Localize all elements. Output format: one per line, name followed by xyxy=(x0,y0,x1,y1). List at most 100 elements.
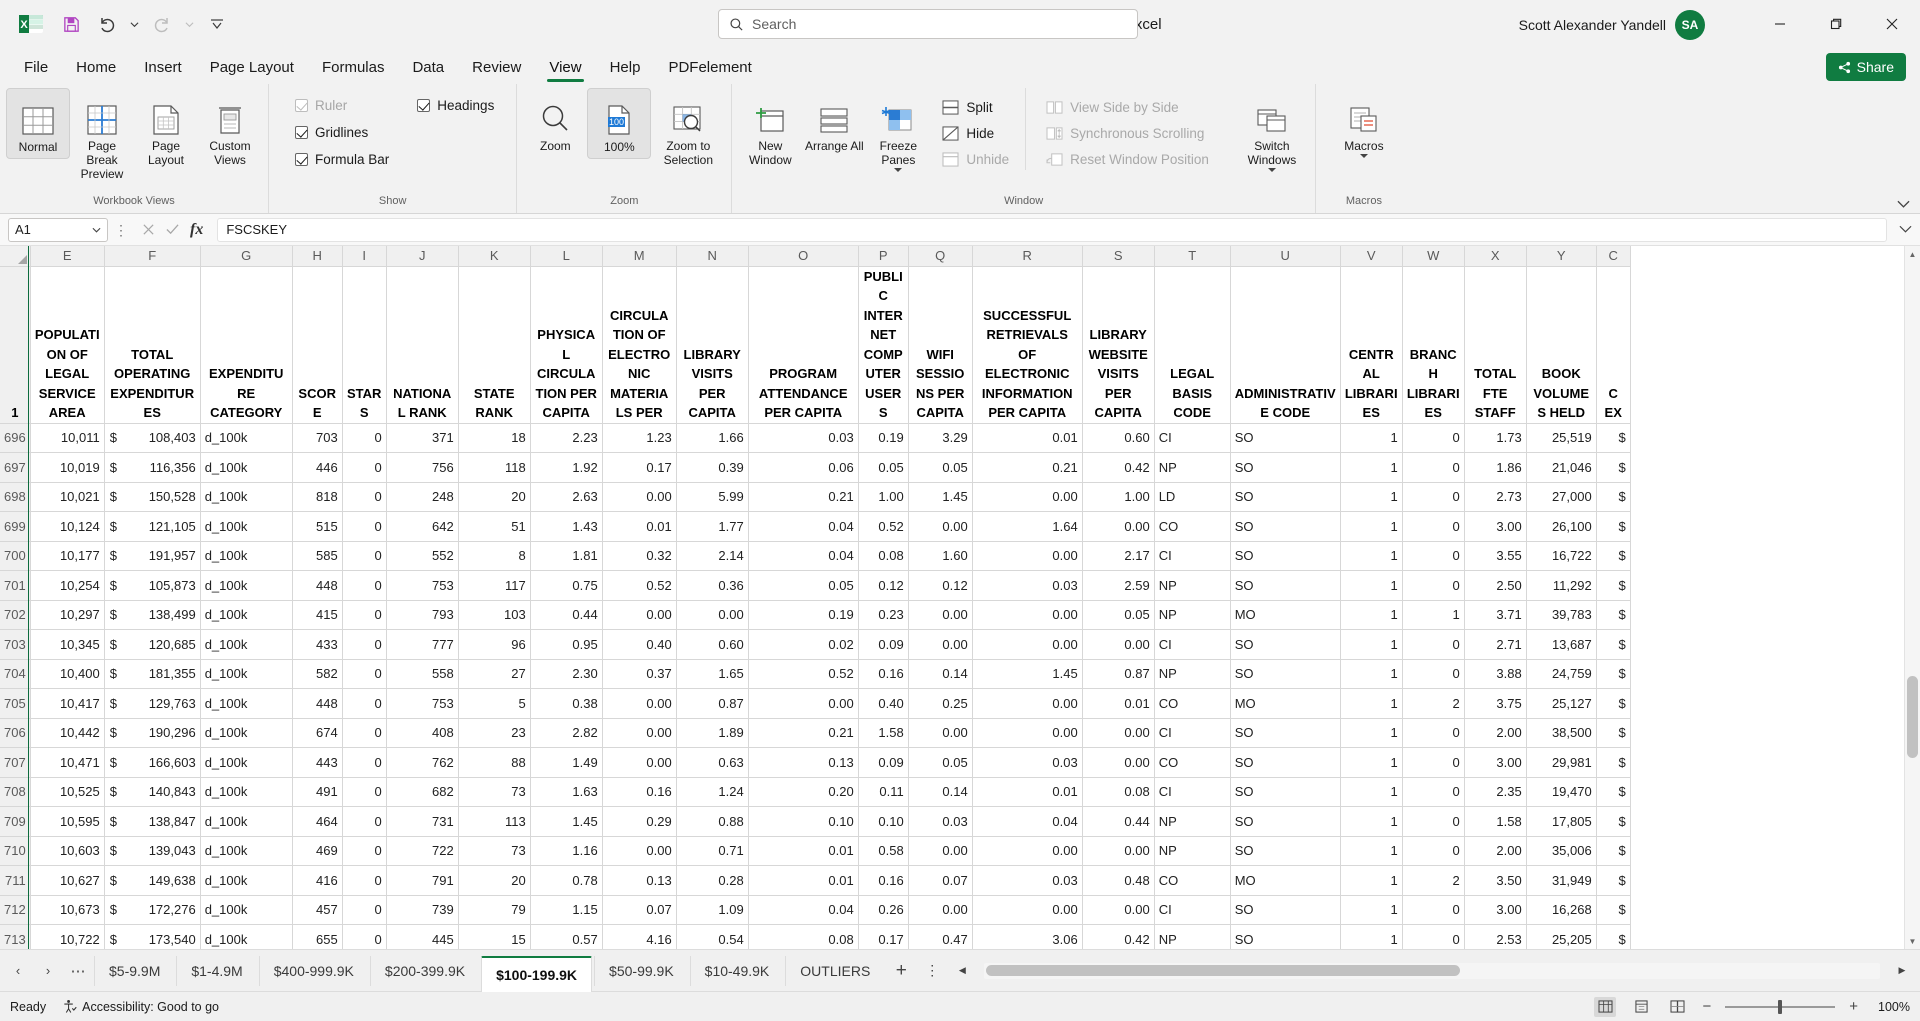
cell[interactable]: 1 xyxy=(1340,511,1403,542)
cell[interactable]: SO xyxy=(1230,718,1341,748)
cell[interactable]: 15 xyxy=(458,924,531,949)
cell[interactable]: 0.06 xyxy=(748,452,859,483)
cell[interactable]: 0.17 xyxy=(858,924,909,949)
table-row[interactable]: 713 10,722 $173,540 d_100k 655 0 445 15 0.57 4.16… xyxy=(0,924,1631,949)
cell[interactable]: 13,687 xyxy=(1526,629,1597,660)
cell[interactable]: 0 xyxy=(342,659,387,689)
cell[interactable]: 2.82 xyxy=(530,718,603,748)
cell[interactable]: 0 xyxy=(342,836,387,866)
zoom-slider-handle[interactable] xyxy=(1778,999,1783,1014)
cell[interactable]: 0.10 xyxy=(748,806,859,837)
cell[interactable]: 0.05 xyxy=(908,747,973,778)
previous-sheet-icon[interactable]: ‹ xyxy=(4,957,32,985)
header-cell[interactable]: TOTAL OPERATING EXPENDITURES xyxy=(104,266,201,424)
sheet-tab-1-4.9m[interactable]: $1-4.9M xyxy=(176,955,256,986)
header-cell[interactable]: TOTAL FTE STAFF xyxy=(1464,266,1527,424)
cell[interactable]: 0.60 xyxy=(676,629,749,660)
cell[interactable]: 0 xyxy=(1402,423,1465,453)
cell[interactable]: 0.37 xyxy=(602,659,677,689)
row-header[interactable]: 697 xyxy=(0,452,31,483)
cell[interactable]: 3.71 xyxy=(1464,600,1527,630)
cell[interactable]: 4.16 xyxy=(602,924,677,949)
cell[interactable]: 0 xyxy=(1402,924,1465,949)
cell[interactable]: 10,019 xyxy=(30,452,105,483)
column-header-x[interactable]: X xyxy=(1464,246,1527,267)
table-row[interactable]: 700 10,177 $191,957 d_100k 585 0 552 8 1.81 0.32 2… xyxy=(0,541,1631,571)
cancel-icon[interactable] xyxy=(142,223,155,236)
cell[interactable]: d_100k xyxy=(200,688,293,719)
cell[interactable]: MO xyxy=(1230,600,1341,630)
cell[interactable]: $108,403 xyxy=(104,423,201,453)
cell[interactable]: 0.01 xyxy=(748,836,859,866)
cell[interactable]: d_100k xyxy=(200,865,293,896)
sheet-tab-400-999.9k[interactable]: $400-999.9K xyxy=(258,955,368,986)
cell[interactable]: 0.12 xyxy=(858,570,909,601)
cell[interactable]: 2 xyxy=(1402,688,1465,719)
column-header-l[interactable]: L xyxy=(530,246,603,267)
cell[interactable]: 0.00 xyxy=(602,482,677,512)
cell[interactable]: 0.05 xyxy=(858,452,909,483)
chevron-down-icon[interactable] xyxy=(92,227,101,233)
cell[interactable]: 753 xyxy=(386,570,459,601)
cell[interactable]: 10,345 xyxy=(30,629,105,660)
normal-view-button[interactable]: Normal xyxy=(6,88,70,159)
cell[interactable]: d_100k xyxy=(200,600,293,630)
cell[interactable]: $ xyxy=(1596,895,1631,925)
cell[interactable]: 1.58 xyxy=(1464,806,1527,837)
cell[interactable]: 448 xyxy=(292,688,343,719)
cell[interactable]: 10,011 xyxy=(30,423,105,453)
cell[interactable]: 1.43 xyxy=(530,511,603,542)
column-header-s[interactable]: S xyxy=(1082,246,1155,267)
row-header[interactable]: 707 xyxy=(0,747,31,778)
cell[interactable]: $116,356 xyxy=(104,452,201,483)
cell[interactable]: 3.00 xyxy=(1464,511,1527,542)
cell[interactable]: 1.00 xyxy=(858,482,909,512)
cell[interactable]: 38,500 xyxy=(1526,718,1597,748)
header-cell[interactable]: LIBRARY VISITS PER CAPITA xyxy=(676,266,749,424)
cell[interactable]: 2.23 xyxy=(530,423,603,453)
column-header-q[interactable]: Q xyxy=(908,246,973,267)
freeze-panes-button[interactable]: Freeze Panes xyxy=(866,88,930,177)
cell[interactable]: 8 xyxy=(458,541,531,571)
save-icon[interactable] xyxy=(54,7,88,41)
cell[interactable]: $ xyxy=(1596,747,1631,778)
cell[interactable]: 1 xyxy=(1340,836,1403,866)
row-header[interactable]: 699 xyxy=(0,511,31,542)
cell[interactable]: 16,268 xyxy=(1526,895,1597,925)
cell[interactable]: 0.21 xyxy=(748,482,859,512)
cell[interactable]: 1 xyxy=(1340,747,1403,778)
cell[interactable]: 655 xyxy=(292,924,343,949)
header-cell[interactable]: EXPENDITURE CATEGORY xyxy=(200,266,293,424)
row-header[interactable]: 708 xyxy=(0,777,31,807)
cell[interactable]: $ xyxy=(1596,836,1631,866)
cell[interactable]: 515 xyxy=(292,511,343,542)
cell[interactable]: 1 xyxy=(1340,541,1403,571)
cell[interactable]: 682 xyxy=(386,777,459,807)
cell[interactable]: 0.00 xyxy=(602,688,677,719)
cell[interactable]: 0 xyxy=(342,924,387,949)
cell[interactable]: 0.01 xyxy=(748,865,859,896)
cell[interactable]: 0 xyxy=(1402,452,1465,483)
cell[interactable]: 10,722 xyxy=(30,924,105,949)
cell[interactable]: 0.04 xyxy=(748,511,859,542)
cell[interactable]: 0.00 xyxy=(972,836,1083,866)
cell[interactable]: $ xyxy=(1596,452,1631,483)
custom-views-button[interactable]: Custom Views xyxy=(198,88,262,171)
cell[interactable]: 0.05 xyxy=(908,452,973,483)
horizontal-scroll-thumb[interactable] xyxy=(986,964,1461,976)
cell[interactable]: 0.09 xyxy=(858,629,909,660)
cell[interactable]: 1 xyxy=(1340,865,1403,896)
cell[interactable]: 371 xyxy=(386,423,459,453)
avatar[interactable]: SA xyxy=(1675,10,1705,40)
restore-button[interactable] xyxy=(1808,0,1864,48)
cell[interactable]: 0.01 xyxy=(972,423,1083,453)
cell[interactable]: 3.55 xyxy=(1464,541,1527,571)
cell[interactable]: 1 xyxy=(1340,806,1403,837)
cell[interactable]: 2.63 xyxy=(530,482,603,512)
cell[interactable]: SO xyxy=(1230,836,1341,866)
cell[interactable]: 16,722 xyxy=(1526,541,1597,571)
cell[interactable]: 2.00 xyxy=(1464,836,1527,866)
column-header-n[interactable]: N xyxy=(676,246,749,267)
header-cell[interactable]: BOOK VOLUMES HELD xyxy=(1526,266,1597,424)
cell[interactable]: NP xyxy=(1154,452,1231,483)
